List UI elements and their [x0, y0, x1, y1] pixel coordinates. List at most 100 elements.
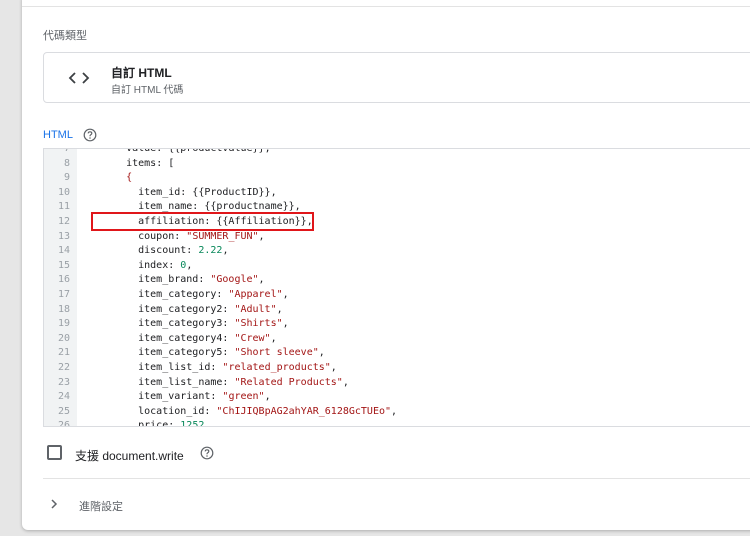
code-line: 25 location_id: "ChIJIQBpAG2ahYAR_6128Gc… [44, 405, 750, 420]
advanced-settings-toggle[interactable]: 進階設定 [79, 498, 123, 514]
code-token: price: [138, 420, 181, 427]
code-token: index: [138, 259, 181, 271]
code-token: , [342, 376, 349, 388]
code-token: item_name: {{productname}}, [138, 201, 301, 213]
code-line: 13 coupon: "SUMMER_FUN", [44, 230, 750, 245]
code-token: discount: [138, 245, 199, 257]
help-circle-icon[interactable] [83, 128, 97, 142]
code-token: , [391, 405, 398, 417]
line-number: 11 [57, 201, 70, 213]
code-token: item_category3: [138, 318, 235, 330]
code-line: 8 items: [ [44, 157, 750, 172]
code-token: , [222, 245, 229, 257]
code-token: , [282, 288, 289, 300]
line-number: 25 [57, 405, 70, 417]
code-token: item_category: [138, 288, 229, 300]
tag-type-section-label: 代碼類型 [43, 30, 87, 42]
code-token: , [270, 332, 277, 344]
line-number: 8 [63, 157, 70, 169]
top-divider [22, 6, 750, 7]
code-token: 2.22 [198, 245, 223, 257]
code-line: 18 item_category2: "Adult", [44, 303, 750, 318]
code-token: item_variant: [138, 391, 223, 403]
code-line: 19 item_category3: "Shirts", [44, 317, 750, 332]
code-token: , [330, 361, 337, 373]
line-number: 18 [57, 303, 70, 315]
code-line: 15 index: 0, [44, 259, 750, 274]
code-line: 10 item_id: {{ProductID}}, [44, 186, 750, 201]
code-line: 20 item_category4: "Crew", [44, 332, 750, 347]
html-code-editor[interactable]: 7 value: {{productValue}}, 8 items: [9 {1… [43, 148, 750, 427]
code-token: "Google" [210, 274, 259, 286]
code-token: "green" [222, 391, 265, 403]
code-token: "Shirts" [234, 318, 283, 330]
code-token: item_category4: [138, 332, 235, 344]
code-line: 22 item_list_id: "related_products", [44, 361, 750, 376]
code-line: 17 item_category: "Apparel", [44, 288, 750, 303]
code-token: , [276, 303, 283, 315]
help-circle-icon[interactable] [200, 446, 214, 460]
code-token: "Apparel" [228, 288, 283, 300]
code-line: 16 item_brand: "Google", [44, 273, 750, 288]
code-token: , [258, 274, 265, 286]
code-token: items: [ [126, 157, 175, 169]
code-token: , [258, 230, 265, 242]
code-token: item_list_name: [138, 376, 235, 388]
line-number: 17 [57, 288, 70, 300]
code-token: item_brand: [138, 274, 211, 286]
code-token: "Crew" [234, 332, 271, 344]
tag-type-name: 自訂 HTML [111, 66, 172, 80]
line-number: 16 [57, 274, 70, 286]
line-number: 21 [57, 347, 70, 359]
line-number: 26 [57, 420, 70, 427]
code-line: 14 discount: 2.22, [44, 244, 750, 259]
line-number: 10 [57, 186, 70, 198]
code-token: , [282, 318, 289, 330]
code-token: coupon: [138, 230, 187, 242]
document-write-checkbox[interactable] [47, 445, 62, 460]
code-brackets-icon [68, 72, 90, 84]
document-write-label: 支援 document.write [75, 449, 184, 463]
line-number: 7 [63, 148, 70, 154]
code-token: "SUMMER_FUN" [186, 230, 259, 242]
code-token: item_category2: [138, 303, 235, 315]
line-number: 24 [57, 391, 70, 403]
chevron-right-icon[interactable] [49, 498, 59, 510]
code-token: , [264, 391, 271, 403]
html-field-label: HTML [43, 129, 73, 141]
code-token: location_id: [138, 405, 217, 417]
line-number: 15 [57, 259, 70, 271]
code-line: 21 item_category5: "Short sleeve", [44, 346, 750, 361]
code-token: "ChIJIQBpAG2ahYAR_6128GcTUEo" [216, 405, 392, 417]
line-number: 13 [57, 230, 70, 242]
code-token: "Related Products" [234, 376, 343, 388]
highlight-annotation-box [91, 212, 314, 231]
code-token: "Adult" [234, 303, 277, 315]
code-lines: 7 value: {{productValue}}, 8 items: [9 {1… [44, 148, 750, 427]
code-line: 9 { [44, 171, 750, 186]
line-number: 19 [57, 318, 70, 330]
code-token: , [318, 347, 325, 359]
code-token: , [186, 259, 193, 271]
line-number: 9 [63, 172, 70, 184]
code-token: { [126, 172, 133, 184]
code-token: 1252 [180, 420, 205, 427]
tag-type-card[interactable]: 自訂 HTML 自訂 HTML 代碼 [43, 52, 750, 103]
line-number: 12 [57, 215, 70, 227]
line-number: 14 [57, 245, 70, 257]
line-number: 20 [57, 332, 70, 344]
line-number: 22 [57, 361, 70, 373]
code-line: 24 item_variant: "green", [44, 390, 750, 405]
code-token: "Short sleeve" [234, 347, 319, 359]
code-token: item_id: {{ProductID}}, [138, 186, 277, 198]
code-line: 26 price: 1252, [44, 419, 750, 427]
code-line: 23 item_list_name: "Related Products", [44, 376, 750, 391]
code-token: item_list_id: [138, 361, 223, 373]
code-token: "related_products" [222, 361, 331, 373]
bottom-divider [43, 478, 750, 479]
code-token: , [204, 420, 211, 427]
code-token: item_category5: [138, 347, 235, 359]
code-token: value: {{productValue}}, [126, 148, 271, 154]
code-line: 7 value: {{productValue}}, [44, 148, 750, 157]
line-number: 23 [57, 376, 70, 388]
